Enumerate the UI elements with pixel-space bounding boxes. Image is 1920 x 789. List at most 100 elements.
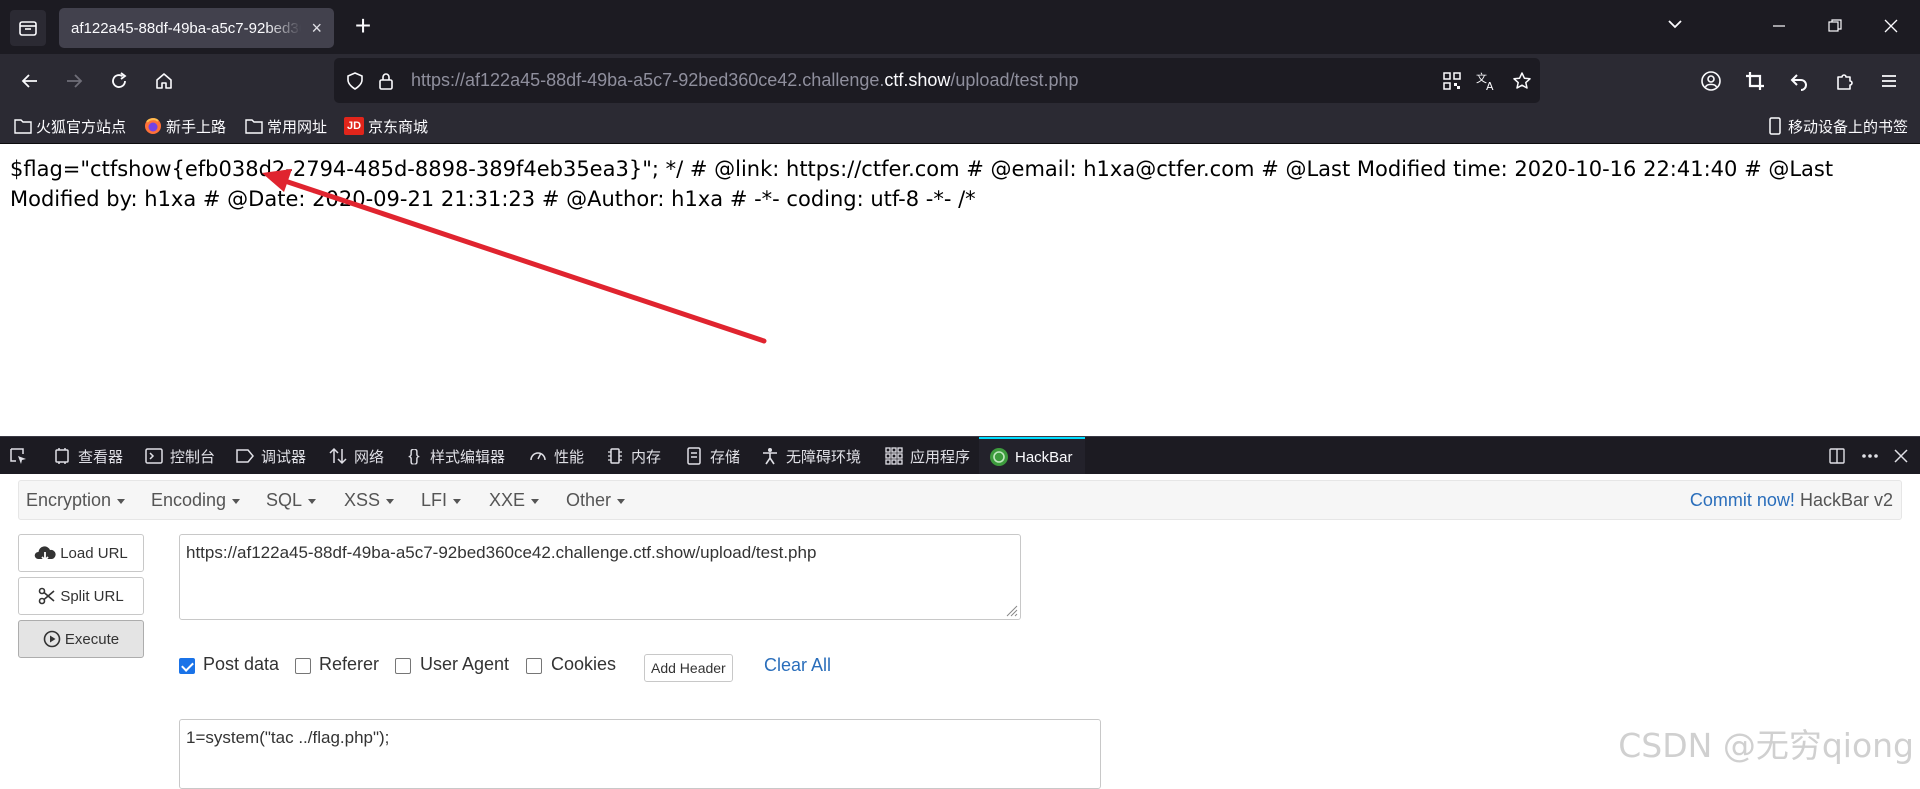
cookies-label[interactable]: Cookies bbox=[551, 654, 616, 675]
devtools-options-button[interactable] bbox=[1860, 437, 1880, 475]
url-text[interactable]: https://af122a45-88df-49ba-a5c7-92bed360… bbox=[411, 70, 1079, 91]
performance-icon bbox=[528, 446, 548, 466]
devtools-tab-debugger[interactable]: 调试器 bbox=[235, 437, 306, 475]
close-icon bbox=[1884, 19, 1898, 33]
accessibility-icon bbox=[760, 446, 780, 466]
cookies-checkbox[interactable] bbox=[526, 658, 542, 674]
bookmark-item[interactable]: 常用网址 bbox=[245, 115, 327, 137]
post-data-checkbox[interactable] bbox=[179, 658, 195, 674]
storage-icon bbox=[684, 446, 704, 466]
split-url-button[interactable]: Split URL bbox=[18, 577, 144, 615]
reload-button[interactable] bbox=[103, 65, 135, 97]
mobile-bookmarks-label: 移动设备上的书签 bbox=[1788, 118, 1909, 136]
mobile-device-icon bbox=[1766, 117, 1784, 135]
menu-button[interactable] bbox=[1873, 65, 1905, 97]
devtools-tab-application[interactable]: 应用程序 bbox=[884, 437, 970, 475]
tab-close-icon[interactable]: × bbox=[311, 18, 322, 38]
devtools-tab-network[interactable]: 网络 bbox=[328, 437, 384, 475]
menu-other[interactable]: Other bbox=[566, 490, 625, 511]
browser-tab[interactable]: af122a45-88df-49ba-a5c7-92bed360ce42.cha… bbox=[59, 8, 334, 48]
chevron-down-icon bbox=[1668, 20, 1682, 29]
devtools-tab-console[interactable]: 控制台 bbox=[144, 437, 215, 475]
account-icon bbox=[1701, 71, 1721, 91]
application-icon bbox=[884, 446, 904, 466]
load-url-button[interactable]: Load URL bbox=[18, 534, 144, 572]
devtools-tab-hackbar[interactable]: HackBar bbox=[979, 437, 1085, 475]
puzzle-icon bbox=[1837, 74, 1853, 90]
user-agent-label[interactable]: User Agent bbox=[420, 654, 509, 675]
add-header-button[interactable]: Add Header bbox=[644, 654, 733, 682]
bookmark-label: 新手上路 bbox=[166, 118, 227, 136]
home-button[interactable] bbox=[148, 65, 180, 97]
menu-encryption[interactable]: Encryption bbox=[26, 490, 125, 511]
url-path: /upload/test.php bbox=[950, 70, 1079, 90]
devtools-tab-accessibility[interactable]: 无障碍环境 bbox=[760, 437, 861, 475]
extensions-button[interactable] bbox=[1829, 65, 1861, 97]
url-input[interactable]: https://af122a45-88df-49ba-a5c7-92bed360… bbox=[179, 534, 1021, 620]
tab-list-icon bbox=[19, 21, 37, 36]
bookmarks-toolbar: 火狐官方站点 新手上路 常用网址 JD 京东商城 移动设备上的书签 bbox=[0, 108, 1920, 144]
devtools-tab-storage[interactable]: 存储 bbox=[684, 437, 740, 475]
post-data-label[interactable]: Post data bbox=[203, 654, 279, 675]
execute-label: Execute bbox=[64, 630, 120, 648]
minimize-button[interactable] bbox=[1764, 12, 1794, 42]
lock-icon[interactable] bbox=[374, 69, 398, 93]
devtools-tab-label: 内存 bbox=[631, 448, 662, 466]
jd-icon: JD bbox=[344, 117, 364, 135]
translate-icon[interactable]: 文A bbox=[1475, 69, 1499, 93]
devtools-tab-inspector[interactable]: 查看器 bbox=[52, 437, 123, 475]
play-circle-icon bbox=[43, 630, 61, 648]
folder-icon bbox=[14, 117, 32, 135]
tab-title: af122a45-88df-49ba-a5c7-92bed360ce42.cha… bbox=[71, 19, 301, 37]
restore-button[interactable] bbox=[1820, 12, 1850, 42]
tracking-shield-icon[interactable] bbox=[343, 69, 367, 93]
bookmark-label: 京东商城 bbox=[368, 118, 429, 136]
mobile-bookmarks[interactable]: 移动设备上的书签 bbox=[1766, 115, 1908, 137]
scissors-icon bbox=[38, 587, 56, 605]
pick-element-button[interactable] bbox=[8, 437, 28, 475]
star-bookmark-icon[interactable] bbox=[1510, 69, 1534, 93]
dock-toggle-button[interactable] bbox=[1828, 437, 1846, 475]
url-input-value: https://af122a45-88df-49ba-a5c7-92bed360… bbox=[186, 543, 817, 562]
clear-all-link[interactable]: Clear All bbox=[764, 655, 831, 676]
folder-icon bbox=[245, 117, 263, 135]
menu-xxe[interactable]: XXE bbox=[489, 490, 539, 511]
undo-close-button[interactable] bbox=[1783, 65, 1815, 97]
resize-grip-icon[interactable] bbox=[1004, 603, 1018, 617]
referer-label[interactable]: Referer bbox=[319, 654, 379, 675]
screenshot-button[interactable] bbox=[1739, 65, 1771, 97]
devtools-tab-label: 样式编辑器 bbox=[430, 448, 506, 466]
forward-button[interactable] bbox=[58, 65, 90, 97]
url-bar[interactable]: https://af122a45-88df-49ba-a5c7-92bed360… bbox=[334, 58, 1540, 103]
account-button[interactable] bbox=[1695, 65, 1727, 97]
devtools-tab-memory[interactable]: 内存 bbox=[605, 437, 661, 475]
tab-list-button[interactable] bbox=[10, 10, 46, 46]
back-button[interactable] bbox=[14, 65, 46, 97]
close-window-button[interactable] bbox=[1876, 12, 1906, 42]
user-agent-checkbox[interactable] bbox=[395, 658, 411, 674]
referer-checkbox[interactable] bbox=[295, 658, 311, 674]
menu-encoding[interactable]: Encoding bbox=[151, 490, 240, 511]
more-horizontal-icon bbox=[1862, 454, 1878, 458]
new-tab-button[interactable]: + bbox=[348, 12, 378, 42]
devtools-tab-performance[interactable]: 性能 bbox=[528, 437, 584, 475]
menu-lfi[interactable]: LFI bbox=[421, 490, 461, 511]
execute-button[interactable]: Execute bbox=[18, 620, 144, 658]
list-all-tabs-button[interactable] bbox=[1660, 12, 1690, 42]
devtools-tab-label: 控制台 bbox=[170, 448, 216, 466]
devtools-tab-style-editor[interactable]: {} 样式编辑器 bbox=[404, 437, 505, 475]
qr-code-icon[interactable] bbox=[1440, 69, 1464, 93]
menu-sql[interactable]: SQL bbox=[266, 490, 316, 511]
devtools-close-button[interactable] bbox=[1893, 437, 1909, 475]
debugger-icon bbox=[235, 446, 255, 466]
bookmark-item[interactable]: 新手上路 bbox=[144, 115, 226, 137]
cloud-download-icon bbox=[34, 544, 56, 562]
bookmark-label: 常用网址 bbox=[267, 118, 328, 136]
bookmark-item[interactable]: 火狐官方站点 bbox=[14, 115, 126, 137]
reload-icon bbox=[112, 72, 127, 88]
commit-now-link[interactable]: Commit now! bbox=[1690, 490, 1795, 510]
dock-icon bbox=[1829, 448, 1845, 464]
commit-info: Commit now! HackBar v2 bbox=[1690, 490, 1893, 511]
bookmark-item[interactable]: JD 京东商城 bbox=[344, 115, 428, 137]
menu-xss[interactable]: XSS bbox=[344, 490, 394, 511]
